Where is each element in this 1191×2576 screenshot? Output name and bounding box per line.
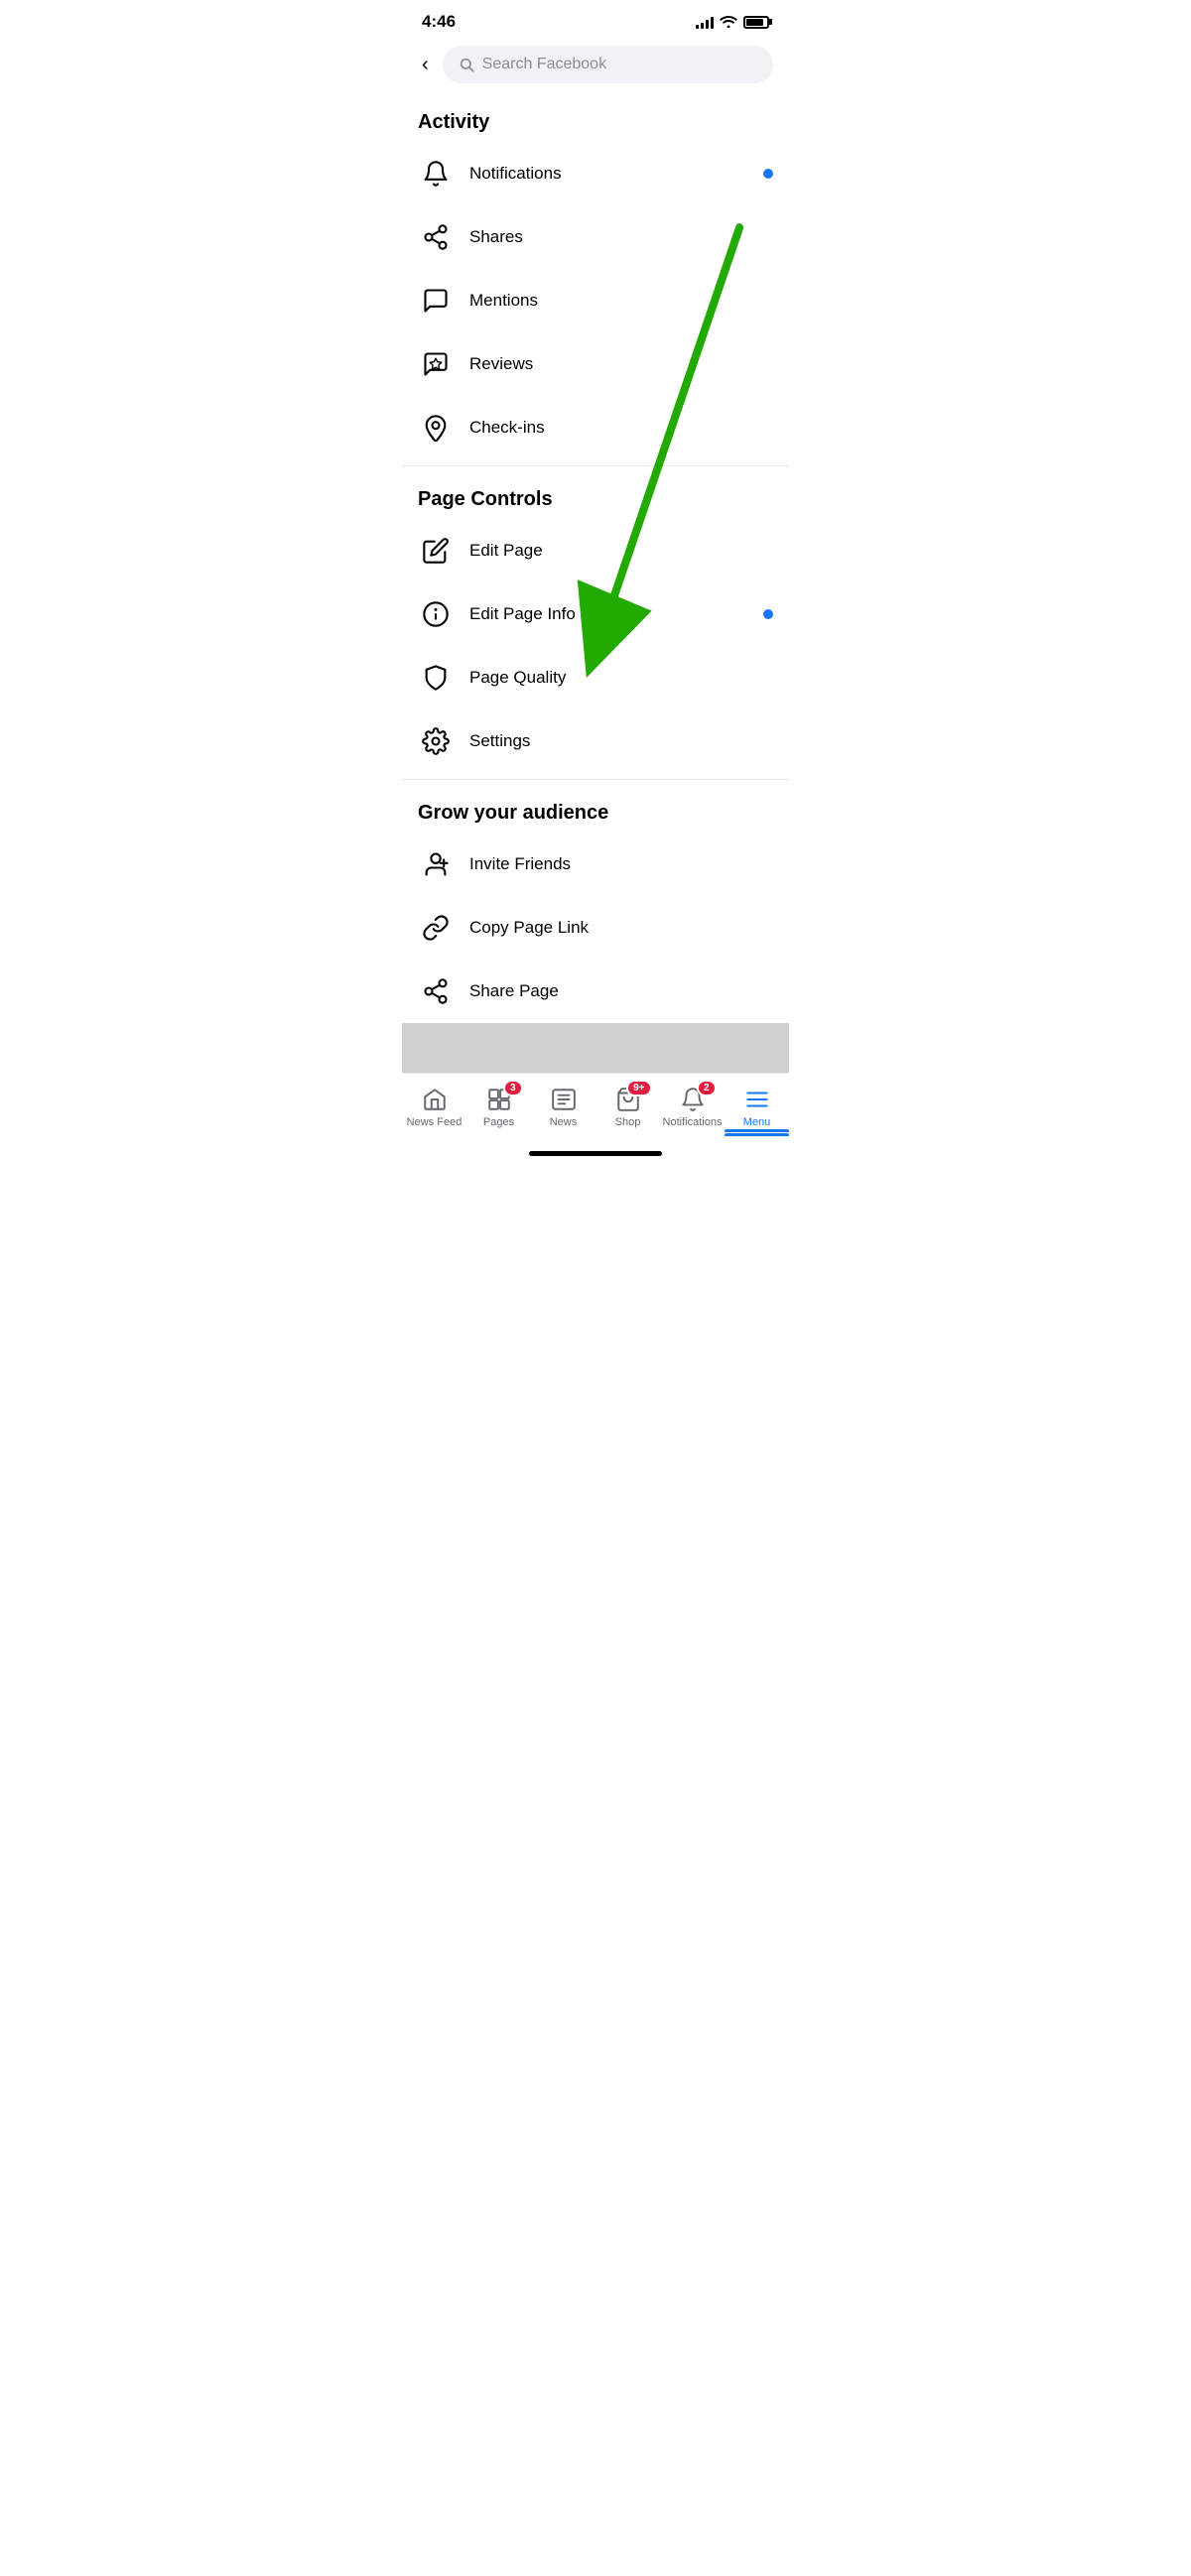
menu-item-page-quality[interactable]: Page Quality [402, 646, 789, 709]
menu-item-settings[interactable]: Settings [402, 709, 789, 773]
section-header-grow: Grow your audience [402, 786, 789, 833]
nav-item-shop[interactable]: 9+ Shop [596, 1082, 660, 1132]
divider-2 [402, 779, 789, 780]
news-nav-icon [548, 1086, 580, 1113]
status-time: 4:46 [422, 12, 456, 32]
content: Activity Notifications [402, 95, 789, 1023]
edit-page-info-dot [763, 609, 773, 619]
notifications-badge: 2 [697, 1080, 717, 1096]
search-bar: ‹ Search Facebook [402, 38, 789, 95]
shares-label: Shares [469, 227, 773, 247]
menu-item-edit-page[interactable]: Edit Page [402, 519, 789, 582]
menu-nav-icon [741, 1086, 773, 1113]
info-circle-icon [418, 596, 454, 632]
share-icon [418, 219, 454, 255]
page-quality-label: Page Quality [469, 668, 773, 688]
status-bar: 4:46 [402, 0, 789, 38]
section-header-activity: Activity [402, 95, 789, 142]
reviews-label: Reviews [469, 354, 773, 374]
pages-badge: 3 [503, 1080, 523, 1096]
signal-icon [696, 15, 714, 29]
bottom-nav: News Feed 3 Pages News [402, 1073, 789, 1136]
notifications-nav-label: Notifications [663, 1116, 723, 1128]
menu-item-invite-friends[interactable]: Invite Friends [402, 833, 789, 896]
menu-item-checkins[interactable]: Check-ins [402, 396, 789, 459]
status-icons [696, 14, 769, 31]
copy-page-link-label: Copy Page Link [469, 918, 773, 938]
invite-friends-label: Invite Friends [469, 854, 773, 874]
menu-item-notifications[interactable]: Notifications [402, 142, 789, 205]
shop-label: Shop [615, 1116, 641, 1128]
menu-item-shares[interactable]: Shares [402, 205, 789, 269]
settings-label: Settings [469, 731, 773, 751]
comment-icon [418, 283, 454, 319]
news-feed-label: News Feed [407, 1116, 463, 1128]
pages-nav-icon: 3 [483, 1086, 515, 1113]
search-icon [459, 57, 474, 72]
nav-item-pages[interactable]: 3 Pages [466, 1082, 531, 1132]
nav-item-notifications[interactable]: 2 Notifications [660, 1082, 725, 1132]
notifications-dot [763, 169, 773, 179]
mentions-label: Mentions [469, 291, 773, 311]
divider-1 [402, 465, 789, 466]
nav-item-menu[interactable]: Menu [725, 1082, 789, 1132]
gear-icon [418, 723, 454, 759]
wifi-icon [720, 14, 737, 31]
home-bar [529, 1151, 662, 1156]
nav-item-news-feed[interactable]: News Feed [402, 1082, 466, 1132]
person-plus-icon [418, 846, 454, 882]
edit-page-label: Edit Page [469, 541, 773, 561]
shop-nav-icon: 9+ [612, 1086, 644, 1113]
search-input-wrap[interactable]: Search Facebook [443, 46, 773, 83]
section-header-page-controls: Page Controls [402, 472, 789, 519]
share-page-label: Share Page [469, 981, 773, 1001]
shop-badge: 9+ [626, 1080, 651, 1096]
edit-page-info-label: Edit Page Info [469, 604, 747, 624]
gray-bar [402, 1023, 789, 1073]
menu-item-edit-page-info[interactable]: Edit Page Info [402, 582, 789, 646]
search-placeholder: Search Facebook [482, 56, 606, 73]
share-arrow-icon [418, 973, 454, 1009]
link-icon [418, 910, 454, 946]
section-page-controls: Page Controls Edit Page Edit Page Info [402, 472, 789, 773]
menu-item-mentions[interactable]: Mentions [402, 269, 789, 332]
menu-label: Menu [743, 1116, 771, 1128]
pages-label: Pages [483, 1116, 514, 1128]
section-grow-audience: Grow your audience Invite Friends Copy P… [402, 786, 789, 1023]
battery-icon [743, 16, 769, 29]
menu-item-copy-page-link[interactable]: Copy Page Link [402, 896, 789, 960]
star-comment-icon [418, 346, 454, 382]
location-icon [418, 410, 454, 446]
checkins-label: Check-ins [469, 418, 773, 438]
menu-item-share-page[interactable]: Share Page [402, 960, 789, 1023]
menu-item-reviews[interactable]: Reviews [402, 332, 789, 396]
shield-icon [418, 660, 454, 696]
notifications-label: Notifications [469, 164, 747, 184]
home-nav-icon [419, 1086, 451, 1113]
nav-item-news[interactable]: News [531, 1082, 596, 1132]
news-label: News [550, 1116, 578, 1128]
home-indicator [402, 1136, 789, 1170]
back-button[interactable]: ‹ [418, 50, 433, 80]
bell-icon [418, 156, 454, 192]
pencil-icon [418, 533, 454, 569]
section-activity: Activity Notifications [402, 95, 789, 459]
bell-nav-icon: 2 [677, 1086, 709, 1113]
